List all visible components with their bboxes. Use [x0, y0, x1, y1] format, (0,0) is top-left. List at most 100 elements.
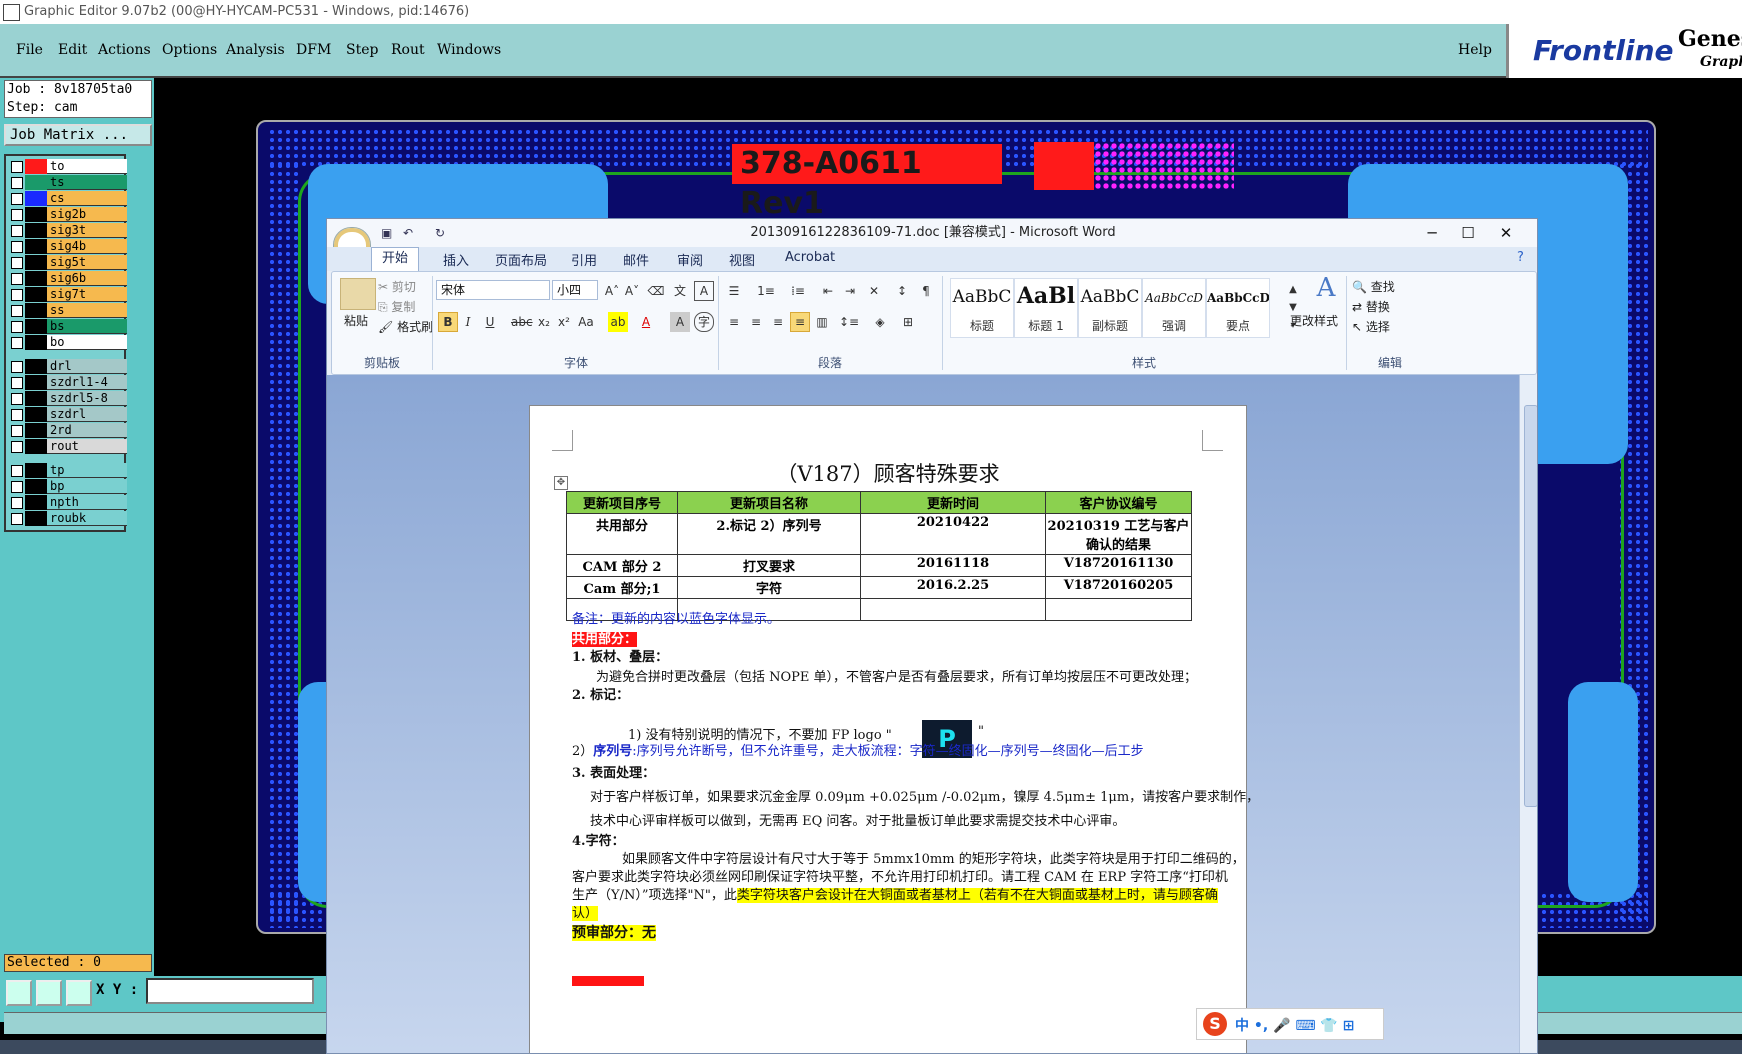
layer-checkbox[interactable] — [11, 497, 23, 509]
tab-home[interactable]: 开始 — [371, 247, 420, 271]
layer-name[interactable]: sig6b — [47, 271, 127, 286]
cut-button[interactable]: 剪切 — [392, 280, 416, 294]
layer-color-swatch[interactable] — [25, 495, 47, 510]
tab-insert[interactable]: 插入 — [443, 250, 469, 269]
char-shading-icon[interactable]: A — [670, 312, 690, 332]
layer-color-swatch[interactable] — [25, 439, 47, 454]
menu-options[interactable]: Options — [162, 42, 217, 58]
layer-name[interactable]: szdrl1-4 — [47, 375, 127, 390]
style-item[interactable]: AaBbC 副标题 — [1078, 278, 1142, 338]
layer-checkbox[interactable] — [11, 377, 23, 389]
layer-checkbox[interactable] — [11, 241, 23, 253]
superscript-icon[interactable]: x² — [554, 312, 574, 332]
bullets-icon[interactable]: ☰ — [724, 281, 744, 301]
style-item[interactable]: AaBbCcD 要点 — [1206, 278, 1270, 338]
help-icon[interactable]: ? — [1517, 250, 1524, 265]
snap-tool-icon[interactable] — [6, 980, 32, 1006]
layer-checkbox[interactable] — [11, 177, 23, 189]
layer-checkbox[interactable] — [11, 257, 23, 269]
layer-row[interactable]: cs — [9, 191, 127, 206]
change-styles-button[interactable]: 更改样式 — [1290, 312, 1338, 329]
minimize-icon[interactable]: ─ — [1417, 222, 1447, 244]
shrink-font-icon[interactable]: A˅ — [622, 281, 642, 301]
layer-name[interactable]: bs — [47, 319, 127, 334]
measure-tool-icon[interactable] — [36, 980, 62, 1006]
layer-checkbox[interactable] — [11, 161, 23, 173]
font-size-select[interactable]: 小四 — [552, 280, 598, 300]
layer-name[interactable]: ss — [47, 303, 127, 318]
layer-color-swatch[interactable] — [25, 391, 47, 406]
tab-mailings[interactable]: 邮件 — [623, 250, 649, 269]
paste-icon[interactable] — [340, 278, 376, 310]
layer-color-swatch[interactable] — [25, 207, 47, 222]
layer-name[interactable]: bo — [47, 335, 127, 350]
layer-name[interactable]: tp — [47, 463, 127, 478]
find-button[interactable]: 查找 — [1371, 280, 1395, 294]
menu-dfm[interactable]: DFM — [296, 42, 331, 58]
job-matrix-button[interactable]: Job Matrix ... — [4, 124, 152, 146]
layer-row[interactable]: roubk — [9, 511, 127, 526]
menu-step[interactable]: Step — [346, 42, 378, 58]
layer-checkbox[interactable] — [11, 225, 23, 237]
menu-rout[interactable]: Rout — [391, 42, 425, 58]
layer-name[interactable]: sig5t — [47, 255, 127, 270]
xy-input[interactable] — [146, 978, 314, 1004]
layer-name[interactable]: rout — [47, 439, 127, 454]
layer-name[interactable]: ts — [47, 175, 127, 190]
layer-checkbox[interactable] — [11, 321, 23, 333]
layer-name[interactable]: roubk — [47, 511, 127, 526]
layer-row[interactable]: drl — [9, 359, 127, 374]
layer-checkbox[interactable] — [11, 305, 23, 317]
layer-row[interactable]: sig5t — [9, 255, 127, 270]
layer-checkbox[interactable] — [11, 393, 23, 405]
layer-row[interactable]: sig3t — [9, 223, 127, 238]
sort-icon[interactable]: ↕ — [892, 281, 912, 301]
paste-button[interactable]: 粘贴 — [344, 312, 368, 329]
layer-checkbox[interactable] — [11, 425, 23, 437]
style-item[interactable]: AaBl 标题 1 — [1014, 278, 1078, 338]
subscript-icon[interactable]: x₂ — [534, 312, 554, 332]
phonetic-icon[interactable]: 文 — [670, 281, 690, 301]
tab-layout[interactable]: 页面布局 — [495, 250, 547, 269]
grid-tool-icon[interactable] — [66, 980, 92, 1006]
enclose-char-icon[interactable]: 字 — [694, 312, 714, 332]
document-page[interactable]: ✥ （V187）顾客特殊要求 更新项目序号 更新项目名称 更新时间 客户协议编号… — [529, 405, 1259, 1053]
layer-name[interactable]: szdrl — [47, 407, 127, 422]
layer-name[interactable]: sig4b — [47, 239, 127, 254]
tab-view[interactable]: 视图 — [729, 250, 755, 269]
increase-indent-icon[interactable]: ⇥ — [840, 281, 860, 301]
char-scaling-icon[interactable]: ✕ — [864, 281, 884, 301]
layer-row[interactable]: bp — [9, 479, 127, 494]
justify-icon[interactable]: ≡ — [790, 312, 810, 332]
layer-color-swatch[interactable] — [25, 223, 47, 238]
menu-actions[interactable]: Actions — [98, 42, 151, 58]
styles-scroll-up-icon[interactable]: ▲ — [1284, 280, 1302, 300]
layer-row[interactable]: sig4b — [9, 239, 127, 254]
layer-color-swatch[interactable] — [25, 479, 47, 494]
layer-color-swatch[interactable] — [25, 159, 47, 174]
close-icon[interactable]: ✕ — [1491, 222, 1521, 244]
layer-color-swatch[interactable] — [25, 335, 47, 350]
save-icon[interactable]: ▣ — [381, 226, 392, 240]
layer-color-swatch[interactable] — [25, 255, 47, 270]
copy-button[interactable]: 复制 — [391, 300, 415, 314]
layer-name[interactable]: bp — [47, 479, 127, 494]
undo-icon[interactable]: ↶ — [403, 226, 413, 240]
layer-row[interactable]: npth — [9, 495, 127, 510]
tab-acrobat[interactable]: Acrobat — [785, 250, 835, 265]
layer-row[interactable]: bo — [9, 335, 127, 350]
shading-icon[interactable]: ◈ — [870, 312, 890, 332]
line-spacing-icon[interactable]: ↕≡ — [838, 312, 859, 332]
font-color-icon[interactable]: A — [636, 312, 656, 332]
char-border-icon[interactable]: A — [694, 281, 714, 301]
style-item[interactable]: AaBbC 标题 — [950, 278, 1014, 338]
borders-icon[interactable]: ⊞ — [898, 312, 918, 332]
layer-color-swatch[interactable] — [25, 303, 47, 318]
menu-analysis[interactable]: Analysis — [226, 42, 285, 58]
layer-color-swatch[interactable] — [25, 191, 47, 206]
layer-checkbox[interactable] — [11, 273, 23, 285]
menu-file[interactable]: File — [16, 42, 43, 58]
tab-references[interactable]: 引用 — [571, 250, 597, 269]
align-center-icon[interactable]: ≡ — [746, 312, 766, 332]
layer-name[interactable]: sig3t — [47, 223, 127, 238]
